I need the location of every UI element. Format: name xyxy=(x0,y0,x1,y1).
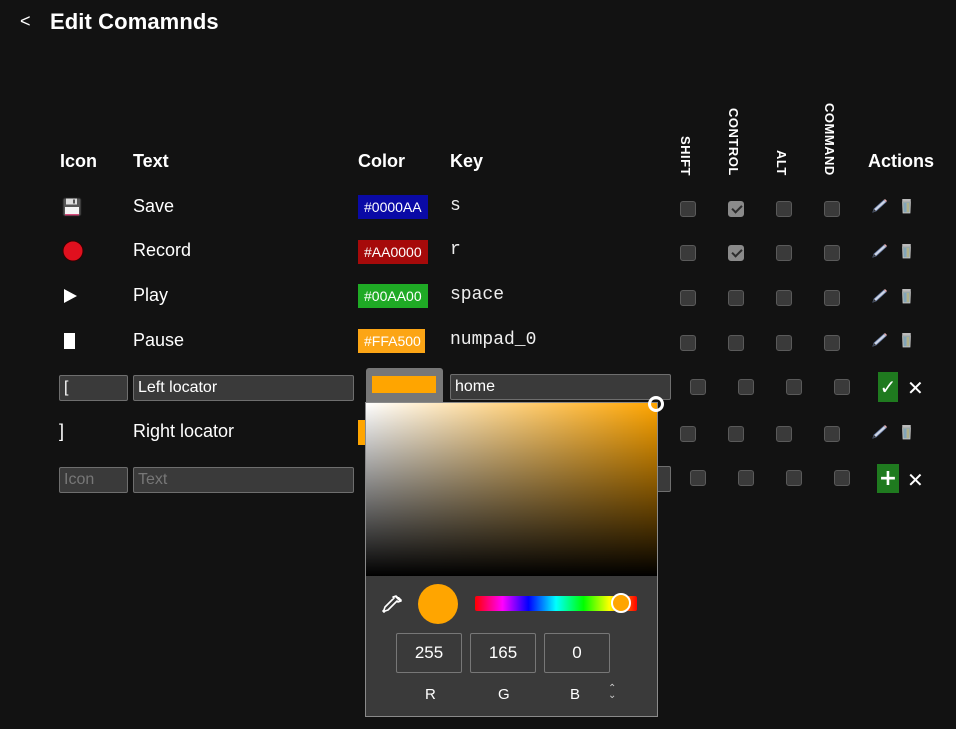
color-picker-popover: R G B ⌃⌄ xyxy=(365,396,664,717)
delete-trash-icon[interactable] xyxy=(901,332,912,352)
edit-pencil-icon[interactable] xyxy=(871,424,889,444)
column-header-control: CONTROL xyxy=(726,108,741,176)
command-checkbox[interactable] xyxy=(824,245,840,261)
alt-checkbox[interactable] xyxy=(776,335,792,351)
color-swatch[interactable]: #AA0000 xyxy=(358,240,428,264)
command-checkbox[interactable] xyxy=(824,290,840,306)
new-icon-input[interactable] xyxy=(59,467,128,493)
command-text: Save xyxy=(133,196,175,216)
alt-checkbox[interactable] xyxy=(786,379,802,395)
key-binding: numpad_0 xyxy=(450,330,537,350)
pause-bar-icon xyxy=(57,329,81,353)
delete-trash-icon[interactable] xyxy=(901,424,912,444)
cancel-edit-button[interactable]: ✕ xyxy=(907,376,924,400)
column-header-alt: ALT xyxy=(774,150,789,176)
green-value-input[interactable] xyxy=(470,633,536,673)
color-swatch[interactable]: #FFA500 xyxy=(358,329,425,353)
text-input[interactable] xyxy=(133,375,354,401)
key-binding: s xyxy=(450,196,461,216)
control-checkbox[interactable] xyxy=(738,379,754,395)
control-checkbox[interactable] xyxy=(728,290,744,306)
saturation-value-area[interactable] xyxy=(366,396,664,576)
command-icon-text: ] xyxy=(59,421,65,441)
floppy-disk-icon xyxy=(60,195,84,219)
color-mode-toggle-icon[interactable]: ⌃ ⌄ xyxy=(608,684,616,701)
back-button[interactable]: < xyxy=(20,11,31,32)
delete-trash-icon[interactable] xyxy=(901,243,912,263)
alt-checkbox[interactable] xyxy=(776,290,792,306)
control-checkbox[interactable] xyxy=(728,245,744,261)
red-circle-icon xyxy=(61,239,85,263)
blue-value-input[interactable] xyxy=(544,633,610,673)
alt-checkbox[interactable] xyxy=(776,201,792,217)
delete-trash-icon[interactable] xyxy=(901,288,912,308)
column-header-icon: Icon xyxy=(60,151,98,171)
red-label: R xyxy=(425,686,436,703)
key-input[interactable] xyxy=(450,374,671,400)
shift-checkbox[interactable] xyxy=(680,245,696,261)
add-command-button[interactable]: + xyxy=(877,464,899,493)
blue-label: B xyxy=(570,686,581,703)
edit-pencil-icon[interactable] xyxy=(871,243,889,263)
shift-checkbox[interactable] xyxy=(680,335,696,351)
page-title: Edit Comamnds xyxy=(50,9,219,34)
shift-checkbox[interactable] xyxy=(680,426,696,442)
color-picker-trigger[interactable] xyxy=(366,368,443,402)
control-checkbox[interactable] xyxy=(738,470,754,486)
new-text-input[interactable] xyxy=(133,467,354,493)
key-binding: space xyxy=(450,285,505,305)
column-header-text: Text xyxy=(133,151,169,171)
shift-checkbox[interactable] xyxy=(690,470,706,486)
alt-checkbox[interactable] xyxy=(776,426,792,442)
column-header-key: Key xyxy=(450,151,484,171)
column-header-command: COMMAND xyxy=(822,103,837,176)
key-binding: r xyxy=(450,240,461,260)
eyedropper-icon[interactable] xyxy=(381,594,403,616)
column-header-shift: SHIFT xyxy=(678,135,693,176)
cancel-new-button[interactable]: ✕ xyxy=(907,468,924,492)
edit-pencil-icon[interactable] xyxy=(871,288,889,308)
shift-checkbox[interactable] xyxy=(680,201,696,217)
delete-trash-icon[interactable] xyxy=(901,198,912,218)
color-swatch[interactable]: #0000AA xyxy=(358,195,428,219)
command-text: Record xyxy=(133,240,192,260)
command-checkbox[interactable] xyxy=(834,379,850,395)
control-checkbox[interactable] xyxy=(728,426,744,442)
command-checkbox[interactable] xyxy=(824,426,840,442)
column-header-color: Color xyxy=(358,151,405,171)
confirm-button[interactable]: ✓ xyxy=(878,372,898,402)
control-checkbox[interactable] xyxy=(728,335,744,351)
hue-slider[interactable] xyxy=(475,593,637,613)
selected-color-preview xyxy=(372,376,436,393)
edit-pencil-icon[interactable] xyxy=(871,198,889,218)
command-text: Right locator xyxy=(133,421,235,441)
current-color-preview xyxy=(418,584,458,624)
column-header-actions: Actions xyxy=(868,151,935,171)
icon-input[interactable] xyxy=(59,375,128,401)
play-triangle-icon xyxy=(58,284,82,308)
alt-checkbox[interactable] xyxy=(776,245,792,261)
command-text: Pause xyxy=(133,330,185,350)
shift-checkbox[interactable] xyxy=(680,290,696,306)
command-checkbox[interactable] xyxy=(824,201,840,217)
red-value-input[interactable] xyxy=(396,633,462,673)
command-checkbox[interactable] xyxy=(834,470,850,486)
command-checkbox[interactable] xyxy=(824,335,840,351)
shift-checkbox[interactable] xyxy=(690,379,706,395)
control-checkbox[interactable] xyxy=(728,201,744,217)
alt-checkbox[interactable] xyxy=(786,470,802,486)
color-swatch[interactable]: #00AA00 xyxy=(358,284,428,308)
green-label: G xyxy=(498,686,510,703)
command-text: Play xyxy=(133,285,169,305)
hue-slider-handle[interactable] xyxy=(610,593,631,613)
saturation-handle[interactable] xyxy=(648,396,664,412)
edit-pencil-icon[interactable] xyxy=(871,332,889,352)
